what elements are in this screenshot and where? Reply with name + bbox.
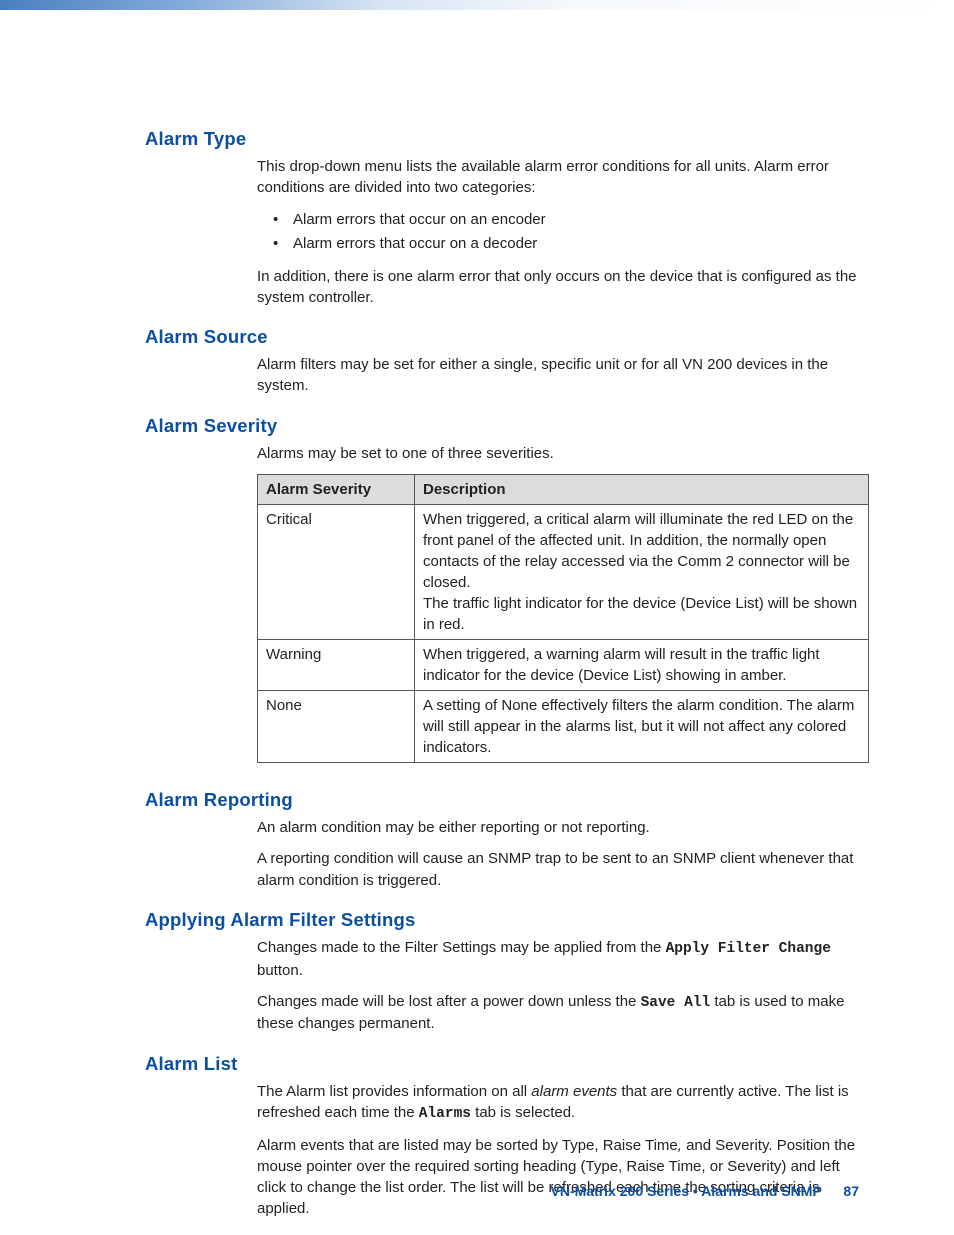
paragraph: Changes made will be lost after a power …	[257, 991, 859, 1035]
paragraph: Alarms may be set to one of three severi…	[257, 443, 859, 464]
text-fragment: tab is selected.	[471, 1104, 575, 1121]
page-number: 87	[843, 1183, 859, 1199]
table-header-description: Description	[415, 475, 869, 505]
paragraph: Alarm filters may be set for either a si…	[257, 354, 859, 397]
heading-alarm-list: Alarm List	[145, 1053, 859, 1075]
heading-applying-filter: Applying Alarm Filter Settings	[145, 909, 859, 931]
text-fragment: Alarm events that are listed may be sort…	[257, 1137, 678, 1154]
heading-alarm-source: Alarm Source	[145, 326, 859, 348]
alarm-severity-table: Alarm Severity Description Critical When…	[257, 474, 869, 763]
table-row: Critical When triggered, a critical alar…	[258, 505, 869, 640]
paragraph: A reporting condition will cause an SNMP…	[257, 848, 859, 891]
header-gradient-bar	[0, 0, 954, 10]
text-fragment: button.	[257, 962, 303, 979]
bullet-item: Alarm errors that occur on an encoder	[273, 209, 859, 232]
inline-code: Apply Filter Change	[666, 941, 831, 957]
paragraph: This drop-down menu lists the available …	[257, 156, 859, 199]
description-cell: A setting of None effectively filters th…	[415, 691, 869, 763]
description-cell: When triggered, a critical alarm will il…	[415, 505, 869, 640]
desc-text: The traffic light indicator for the devi…	[423, 595, 857, 633]
heading-alarm-type: Alarm Type	[145, 128, 859, 150]
description-cell: When triggered, a warning alarm will res…	[415, 640, 869, 691]
desc-text: When triggered, a critical alarm will il…	[423, 511, 853, 591]
page-footer: VN-Matrix 200 Series • Alarms and SNMP 8…	[551, 1183, 859, 1199]
heading-alarm-reporting: Alarm Reporting	[145, 789, 859, 811]
inline-code: Alarms	[419, 1106, 471, 1122]
footer-title: VN-Matrix 200 Series • Alarms and SNMP	[551, 1183, 822, 1199]
severity-cell: Warning	[258, 640, 415, 691]
text-fragment: The Alarm list provides information on a…	[257, 1083, 531, 1100]
paragraph: Alarm events that are listed may be sort…	[257, 1135, 859, 1220]
table-header-severity: Alarm Severity	[258, 475, 415, 505]
paragraph: In addition, there is one alarm error th…	[257, 266, 859, 309]
text-fragment: Changes made will be lost after a power …	[257, 993, 641, 1010]
inline-code: Save All	[641, 995, 711, 1011]
emphasized-text: alarm events	[531, 1083, 617, 1100]
table-row: Warning When triggered, a warning alarm …	[258, 640, 869, 691]
bullet-item: Alarm errors that occur on a decoder	[273, 233, 859, 256]
table-row: None A setting of None effectively filte…	[258, 691, 869, 763]
page-content: Alarm Type This drop-down menu lists the…	[0, 10, 954, 1220]
paragraph: The Alarm list provides information on a…	[257, 1081, 859, 1125]
severity-cell: None	[258, 691, 415, 763]
bullet-list: Alarm errors that occur on an encoder Al…	[273, 209, 859, 256]
heading-alarm-severity: Alarm Severity	[145, 415, 859, 437]
severity-cell: Critical	[258, 505, 415, 640]
text-fragment: Changes made to the Filter Settings may …	[257, 939, 666, 956]
paragraph: Changes made to the Filter Settings may …	[257, 937, 859, 981]
paragraph: An alarm condition may be either reporti…	[257, 817, 859, 838]
